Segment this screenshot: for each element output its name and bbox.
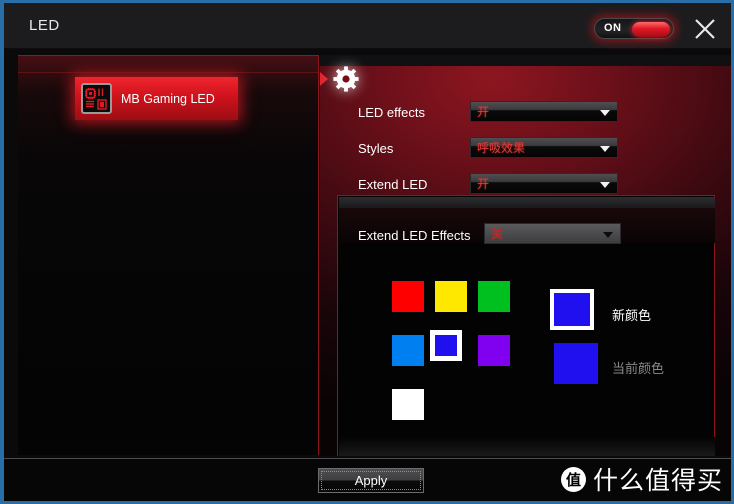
content-area: MB Gaming LED LED effects 开 Styles 呼吸效果 …: [4, 49, 731, 462]
color-swatch-green[interactable]: [478, 281, 510, 312]
current-color-label: 当前颜色: [612, 361, 665, 376]
device-sidebar: MB Gaming LED: [18, 55, 319, 455]
toggle-knob: [632, 22, 670, 37]
chevron-down-icon: [600, 110, 610, 116]
color-swatch-red[interactable]: [392, 281, 424, 312]
setting-label: Styles: [358, 141, 394, 156]
new-color-label: 新颜色: [612, 308, 652, 323]
panel-pointer-icon: [320, 72, 328, 86]
color-swatch-blue[interactable]: [430, 330, 462, 361]
footer-bar: Apply 值 什么值得买: [4, 458, 731, 501]
panel-footer-strip: [339, 437, 715, 456]
chevron-down-icon: [600, 182, 610, 188]
motherboard-icon: [81, 83, 112, 114]
settings-panel: LED effects 开 Styles 呼吸效果 Extend LED 开 E…: [320, 55, 731, 456]
settings-form: LED effects 开 Styles 呼吸效果 Extend LED 开: [358, 101, 688, 209]
watermark-logo-icon: 值: [560, 466, 586, 492]
chevron-down-icon: [603, 232, 613, 238]
gear-icon: [332, 65, 360, 93]
color-swatch-white[interactable]: [392, 389, 424, 420]
sidebar-item-mb-gaming-led[interactable]: MB Gaming LED: [75, 77, 238, 120]
color-swatch-light-blue[interactable]: [392, 335, 424, 366]
led-application-window: LED ON MB Gaming LED LED effects 开 Style…: [0, 0, 734, 504]
close-icon[interactable]: [691, 15, 719, 43]
led-power-toggle[interactable]: ON: [594, 18, 674, 39]
chevron-down-icon: [600, 146, 610, 152]
panel-header-strip: [339, 197, 715, 208]
title-bar: LED ON: [4, 3, 731, 49]
styles-value: 呼吸效果: [477, 141, 526, 155]
current-color-preview: [554, 343, 598, 384]
setting-row-led-effects: LED effects 开: [358, 101, 688, 128]
styles-dropdown[interactable]: 呼吸效果: [470, 137, 618, 158]
sidebar-item-label: MB Gaming LED: [121, 91, 215, 106]
led-effects-value: 开: [477, 105, 490, 119]
extend-led-effects-label: Extend LED Effects: [358, 228, 471, 243]
new-color-preview: [550, 289, 594, 330]
extend-led-effects-dropdown[interactable]: 关: [484, 223, 621, 244]
led-effects-dropdown[interactable]: 开: [470, 101, 618, 122]
setting-row-styles: Styles 呼吸效果: [358, 137, 688, 164]
color-swatch-purple[interactable]: [478, 335, 510, 366]
watermark: 值 什么值得买: [560, 463, 723, 495]
color-swatch-yellow[interactable]: [435, 281, 467, 312]
page-title: LED: [29, 17, 60, 34]
extend-led-dropdown[interactable]: 开: [470, 173, 618, 194]
extend-led-value: 开: [477, 177, 490, 191]
apply-button-label: Apply: [354, 473, 388, 488]
watermark-text: 什么值得买: [592, 467, 723, 495]
extend-led-effects-panel: Extend LED Effects 关 新颜色 当前颜色: [337, 195, 715, 456]
toggle-state-label: ON: [604, 22, 622, 34]
apply-button-focus-ring: Apply: [321, 471, 421, 490]
extend-led-effects-value: 关: [491, 227, 504, 241]
apply-button[interactable]: Apply: [318, 468, 424, 493]
setting-label: Extend LED: [358, 177, 428, 192]
setting-label: LED effects: [358, 105, 425, 120]
